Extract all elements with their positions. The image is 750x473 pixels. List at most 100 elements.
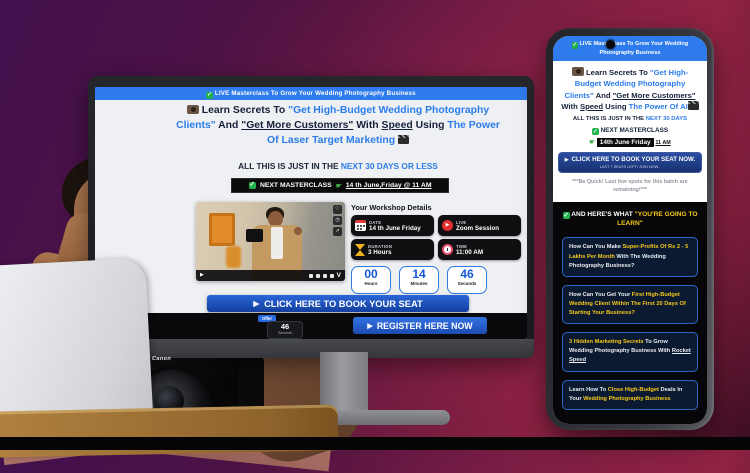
book-seat-button[interactable]: ▶ CLICK HERE TO BOOK YOUR SEAT (207, 295, 469, 312)
learn-card: Learn How To Close High-Budget Deals In … (562, 380, 698, 410)
camera-emoji-icon (187, 105, 199, 114)
watch-later-button[interactable]: ◷ (333, 216, 342, 225)
clapper-emoji-icon (398, 135, 409, 144)
desktop-monitor: ✓ LIVE Masterclass To Grow Your Wedding … (88, 76, 534, 358)
headline-part: Learn Secrets To (202, 105, 288, 116)
bottom-black-strip (0, 437, 750, 450)
phone-masterclass-line: ✓ NEXT MASTERCLASS (553, 127, 707, 135)
share-button[interactable]: ↗ (333, 227, 342, 236)
live-icon: ▶ (442, 220, 453, 231)
fullscreen-button[interactable] (330, 274, 334, 278)
camera-emoji-icon (572, 67, 584, 76)
learn-section: ✓ AND HERE'S WHAT "YOU'RE GOING TO LEARN… (553, 202, 707, 424)
countdown-value: 46 (448, 267, 486, 281)
learn-card: How Can You Get Your First High-Budget W… (562, 285, 698, 324)
phone-screen: ✓ LIVE Masterclass To Grow Your Wedding … (553, 36, 707, 424)
settings-button[interactable] (316, 274, 320, 278)
workshop-title: Your Workshop Details (351, 203, 523, 212)
learn-header: ✓ AND HERE'S WHAT "YOU'RE GOING TO LEARN… (560, 210, 700, 230)
workshop-grid: DATE 14 th June Friday ▶ LIVE Zoom Sessi… (351, 215, 523, 260)
register-label: REGISTER HERE NOW (377, 321, 473, 331)
presenter-hand (294, 227, 302, 235)
countdown-unit: Hours (352, 281, 390, 286)
workshop-details: Your Workshop Details DATE 14 th June Fr… (351, 203, 523, 294)
volume-button[interactable] (309, 274, 313, 278)
footer-timer: 46 Seconds (267, 321, 303, 339)
play-button[interactable]: ▶ (200, 270, 204, 281)
urgency-highlight: NEXT 30 DAYS (646, 116, 687, 122)
detail-duration: DURATION 3 Hours (351, 239, 434, 260)
page-title: Learn Secrets To "Get High-Budget Weddin… (173, 104, 503, 148)
phone-urgency-line: ALL THIS IS JUST IN THE NEXT 30 DAYS (553, 116, 707, 122)
countdown-value: 00 (352, 267, 390, 281)
headline-underline: Speed (382, 120, 413, 131)
learn-card: How Can You Make Super-Profits Of Rs 2 -… (562, 237, 698, 276)
countdown-value: 14 (400, 267, 438, 281)
headline-part: With (353, 120, 381, 131)
detail-value: 3 Hours (368, 249, 392, 256)
check-icon: ✓ (563, 212, 570, 219)
pointer-icon: ☛ (589, 139, 595, 146)
vimeo-logo[interactable]: V (337, 272, 341, 279)
countdown: 00 Hours 14 Minutes 46 Seconds (351, 266, 523, 294)
detail-value: Zoom Session (456, 225, 499, 232)
presenter-camera (246, 229, 263, 242)
phone-cta-button[interactable]: ▶ CLICK HERE TO BOOK YOUR SEAT NOW. LAST… (558, 152, 702, 173)
arrow-icon: ▶ (253, 299, 259, 308)
lamp-shape (226, 246, 241, 268)
alarm-clock-icon (442, 244, 453, 255)
headline-part: With (561, 102, 580, 111)
headline-underline: "Get More Customers" (241, 120, 353, 131)
detail-time: TIME 11:00 AM (438, 239, 521, 260)
learn-header-white: AND HERE'S WHAT (571, 211, 634, 218)
masterclass-label: NEXT MASTERCLASS (601, 127, 668, 134)
like-button[interactable]: ♡ (333, 205, 342, 214)
check-icon: ✓ (249, 182, 256, 189)
date-highlight: 14th June Friday (597, 138, 654, 147)
phone-announcement-bar: ✓ LIVE Masterclass To Grow Your Wedding … (553, 36, 707, 61)
headline-part: And (594, 91, 613, 100)
countdown-seconds: 46 Seconds (447, 266, 487, 294)
date-time: 11 AM (655, 140, 670, 146)
masterclass-label: NEXT MASTERCLASS (260, 182, 332, 189)
headline-part: And (216, 120, 242, 131)
register-button[interactable]: ▶ REGISTER HERE NOW (353, 317, 487, 334)
headline-underline: "Get More Customers" (613, 91, 696, 100)
video-player[interactable]: ♡ ◷ ↗ ▶ V (196, 202, 345, 281)
headline-part: Using (603, 102, 629, 111)
pointer-icon: ☛ (336, 182, 342, 190)
video-side-buttons: ♡ ◷ ↗ (333, 205, 342, 236)
urgency-line: ALL THIS IS JUST IN THE NEXT 30 DAYS OR … (173, 161, 503, 171)
detail-date: DATE 14 th June Friday (351, 215, 434, 236)
countdown-unit: Seconds (448, 281, 486, 286)
masterclass-date: 14 th June,Friday @ 11 AM (346, 182, 432, 189)
pip-button[interactable] (323, 274, 327, 278)
sticky-footer-bar: Offer 46 Seconds ▶ REGISTER HERE NOW (95, 313, 527, 339)
smartphone: ✓ LIVE Masterclass To Grow Your Wedding … (546, 28, 714, 430)
card-highlight: Wedding Photography Business (583, 396, 670, 402)
headline-part: Learn Secrets To (586, 68, 650, 77)
card-highlight: Close High-Budget (608, 387, 659, 393)
card-highlight: 3 Hidden Marketing Secrets (569, 339, 644, 345)
next-masterclass-bar: ✓ NEXT MASTERCLASS ☛ 14 th June,Friday @… (231, 178, 449, 193)
wall-picture (209, 213, 235, 246)
arrow-icon: ▶ (565, 157, 569, 163)
check-icon: ✓ (206, 92, 213, 99)
countdown-hours: 00 Hours (351, 266, 391, 294)
hourglass-icon (355, 244, 365, 256)
check-icon: ✓ (572, 42, 578, 48)
desktop-screen: ✓ LIVE Masterclass To Grow Your Wedding … (95, 87, 527, 339)
phone-page-title: Learn Secrets To "Get High-Budget Weddin… (553, 61, 707, 112)
headline-part: Using (413, 120, 448, 131)
detail-value: 11:00 AM (456, 249, 483, 256)
card-text: How Can You Get Your (569, 292, 632, 298)
card-text: Learn How To (569, 387, 608, 393)
footer-timer-unit: Seconds (268, 331, 302, 335)
urgency-prefix: ALL THIS IS JUST IN THE (573, 116, 646, 122)
headline-underline: Speed (580, 102, 603, 111)
footer-timer-value: 46 (268, 322, 302, 331)
headline-highlight: The Power Of AI (629, 102, 688, 111)
detail-label: DURATION (368, 244, 392, 249)
video-controls: ▶ V (196, 270, 345, 281)
check-icon: ✓ (592, 128, 599, 135)
